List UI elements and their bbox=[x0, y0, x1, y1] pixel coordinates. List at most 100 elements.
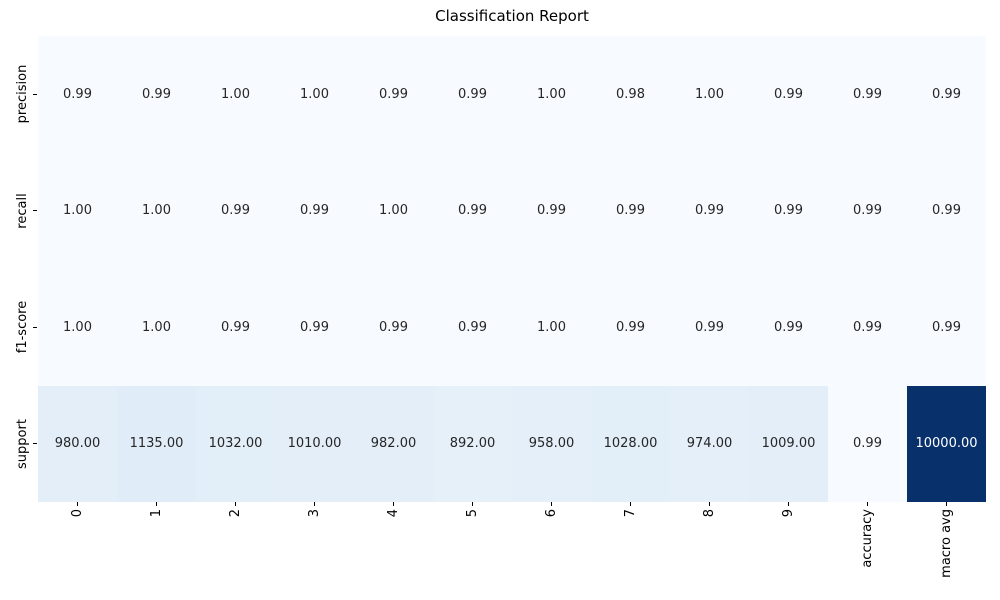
heatmap-cell: 10000.00 bbox=[907, 385, 986, 502]
cell-value: 1.00 bbox=[142, 203, 171, 219]
heatmap-cell: 1028.00 bbox=[591, 385, 670, 502]
cell-value: 1032.00 bbox=[208, 436, 263, 452]
x-tick bbox=[788, 502, 789, 506]
x-tick bbox=[472, 502, 473, 506]
heatmap-cell: 0.99 bbox=[749, 152, 828, 269]
cell-value: 0.99 bbox=[458, 86, 487, 102]
x-tick bbox=[946, 502, 947, 506]
y-tick bbox=[33, 93, 37, 95]
heatmap-cell: 892.00 bbox=[433, 385, 512, 502]
x-tick bbox=[393, 502, 394, 506]
cell-value: 1.00 bbox=[695, 86, 724, 102]
heatmap-cell: 1.00 bbox=[117, 152, 196, 269]
x-tick-label: 3 bbox=[307, 509, 322, 518]
cell-value: 0.99 bbox=[853, 203, 882, 219]
cell-value: 0.99 bbox=[616, 203, 645, 219]
cell-value: 892.00 bbox=[449, 436, 496, 452]
cell-value: 0.99 bbox=[63, 86, 92, 102]
heatmap-cell: 0.99 bbox=[196, 152, 275, 269]
heatmap-cell: 0.99 bbox=[828, 36, 907, 153]
x-tick-label: 1 bbox=[149, 509, 164, 518]
cell-value: 0.99 bbox=[932, 86, 961, 102]
x-tick-label: 4 bbox=[386, 509, 401, 518]
cell-value: 0.99 bbox=[616, 319, 645, 335]
heatmap-cell: 0.99 bbox=[433, 36, 512, 153]
heatmap-cell: 1.00 bbox=[670, 36, 749, 153]
heatmap-cell: 0.99 bbox=[354, 36, 433, 153]
heatmap-cell: 1.00 bbox=[196, 36, 275, 153]
cell-value: 1.00 bbox=[537, 319, 566, 335]
cell-value: 0.99 bbox=[774, 86, 803, 102]
y-tick-label: support bbox=[15, 418, 30, 469]
x-tick-label: 5 bbox=[465, 509, 480, 518]
heatmap-cell: 1.00 bbox=[354, 152, 433, 269]
heatmap-cell: 1010.00 bbox=[275, 385, 354, 502]
cell-value: 0.99 bbox=[695, 319, 724, 335]
x-tick-label: 7 bbox=[623, 509, 638, 518]
cell-value: 980.00 bbox=[54, 436, 101, 452]
heatmap-cell: 1.00 bbox=[38, 152, 117, 269]
heatmap-cell: 0.98 bbox=[591, 36, 670, 153]
cell-value: 0.99 bbox=[458, 203, 487, 219]
cell-value: 0.99 bbox=[142, 86, 171, 102]
heatmap-cell: 1.00 bbox=[275, 36, 354, 153]
x-tick-label: accuracy bbox=[860, 509, 875, 568]
cell-value: 0.99 bbox=[774, 319, 803, 335]
heatmap-cell: 0.99 bbox=[38, 36, 117, 153]
cell-value: 0.99 bbox=[853, 436, 882, 452]
chart-title: Classification Report bbox=[435, 7, 589, 25]
heatmap-cell: 0.99 bbox=[749, 36, 828, 153]
heatmap-cell: 0.99 bbox=[117, 36, 196, 153]
cell-value: 982.00 bbox=[370, 436, 417, 452]
cell-value: 0.99 bbox=[537, 203, 566, 219]
heatmap-cell: 0.99 bbox=[275, 269, 354, 386]
x-tick bbox=[77, 502, 78, 506]
x-tick bbox=[314, 502, 315, 506]
y-tick-label: recall bbox=[15, 193, 30, 229]
cell-value: 0.99 bbox=[695, 203, 724, 219]
cell-value: 0.98 bbox=[616, 86, 645, 102]
y-tick-label: f1-score bbox=[15, 301, 30, 354]
figure: Classification Report 0.99 0.99 1.00 1.00 0.… bbox=[0, 0, 1000, 600]
cell-value: 0.99 bbox=[932, 319, 961, 335]
cell-value: 0.99 bbox=[853, 319, 882, 335]
heatmap-cell: 0.99 bbox=[828, 269, 907, 386]
cell-value: 974.00 bbox=[686, 436, 733, 452]
x-tick bbox=[235, 502, 236, 506]
y-tick bbox=[33, 443, 37, 445]
heatmap: 0.99 0.99 1.00 1.00 0.99 0.99 1.00 0.98 1.00 0.99… bbox=[38, 36, 986, 502]
heatmap-cell: 1135.00 bbox=[117, 385, 196, 502]
heatmap-cell: 982.00 bbox=[354, 385, 433, 502]
cell-value: 1010.00 bbox=[287, 436, 342, 452]
heatmap-cell: 0.99 bbox=[828, 385, 907, 502]
x-tick bbox=[551, 502, 552, 506]
cell-value: 0.99 bbox=[379, 319, 408, 335]
cell-value: 0.99 bbox=[379, 86, 408, 102]
cell-value: 1.00 bbox=[221, 86, 250, 102]
cell-value: 1135.00 bbox=[129, 436, 184, 452]
x-tick-label: 8 bbox=[702, 509, 717, 518]
cell-value: 0.99 bbox=[458, 319, 487, 335]
heatmap-cell: 0.99 bbox=[907, 152, 986, 269]
heatmap-cell: 0.99 bbox=[433, 269, 512, 386]
cell-value: 10000.00 bbox=[915, 436, 978, 452]
heatmap-cell: 1.00 bbox=[512, 36, 591, 153]
heatmap-cell: 0.99 bbox=[196, 269, 275, 386]
heatmap-cell: 0.99 bbox=[749, 269, 828, 386]
x-tick bbox=[867, 502, 868, 506]
cell-value: 1.00 bbox=[63, 203, 92, 219]
cell-value: 0.99 bbox=[300, 319, 329, 335]
x-tick bbox=[709, 502, 710, 506]
x-tick bbox=[630, 502, 631, 506]
heatmap-cell: 1.00 bbox=[38, 269, 117, 386]
cell-value: 0.99 bbox=[853, 86, 882, 102]
heatmap-cell: 0.99 bbox=[354, 269, 433, 386]
cell-value: 1.00 bbox=[300, 86, 329, 102]
x-tick-label: 2 bbox=[228, 509, 243, 518]
cell-value: 1028.00 bbox=[603, 436, 658, 452]
heatmap-cell: 0.99 bbox=[828, 152, 907, 269]
heatmap-cell: 0.99 bbox=[433, 152, 512, 269]
heatmap-cell: 0.99 bbox=[907, 269, 986, 386]
x-tick bbox=[156, 502, 157, 506]
x-tick-label: 9 bbox=[781, 509, 796, 518]
